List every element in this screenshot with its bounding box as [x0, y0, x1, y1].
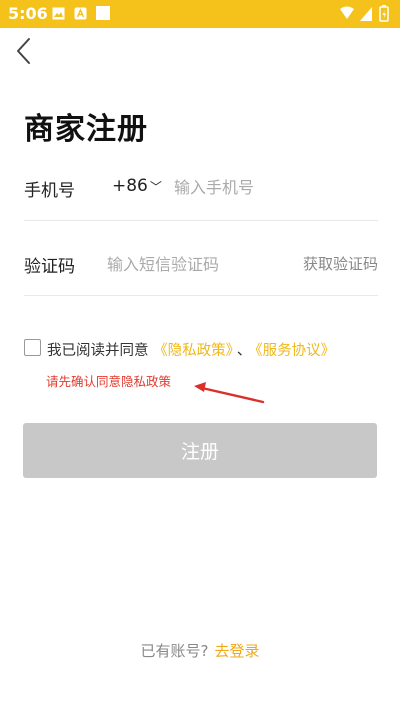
get-code-button[interactable]: 获取验证码	[303, 253, 378, 274]
agreement-prefix: 我已阅读并同意	[47, 343, 149, 359]
red-arrow-annotation-icon	[194, 382, 265, 404]
code-label: 验证码	[24, 257, 75, 277]
signal-icon	[360, 7, 372, 21]
phone-input[interactable]	[174, 176, 374, 198]
login-link[interactable]: 去登录	[214, 642, 259, 660]
agreement-separator: 、	[236, 343, 252, 359]
notification-a-icon	[74, 7, 87, 20]
country-code-select[interactable]: +86 ﹀	[112, 176, 162, 196]
phone-divider	[24, 220, 378, 221]
code-divider	[24, 295, 378, 296]
footer-login: 已有账号? 去登录	[0, 640, 400, 661]
status-time: 5:06	[8, 4, 48, 23]
register-button-label: 注册	[180, 441, 219, 463]
phone-label: 手机号	[24, 181, 75, 201]
service-agreement-link[interactable]: 《服务协议》	[255, 343, 335, 359]
notification-square-icon	[96, 6, 110, 20]
page-title: 商家注册	[24, 112, 148, 147]
image-icon	[52, 7, 65, 20]
register-button[interactable]: 注册	[23, 423, 377, 478]
agreement-text: 我已阅读并同意 《隐私政策》、《服务协议》	[47, 339, 335, 360]
privacy-policy-link[interactable]: 《隐私政策》	[153, 343, 233, 359]
agreement-checkbox[interactable]	[24, 339, 41, 356]
error-message: 请先确认同意隐私政策	[46, 374, 172, 389]
have-account-text: 已有账号?	[140, 642, 209, 660]
back-arrow-icon[interactable]	[12, 36, 40, 66]
code-input[interactable]	[107, 253, 287, 275]
system-status-icons	[340, 5, 389, 22]
wifi-icon	[340, 6, 354, 19]
country-code-value: +86	[112, 176, 148, 196]
status-bar: 5:06	[0, 0, 400, 28]
chevron-down-icon: ﹀	[149, 180, 162, 194]
